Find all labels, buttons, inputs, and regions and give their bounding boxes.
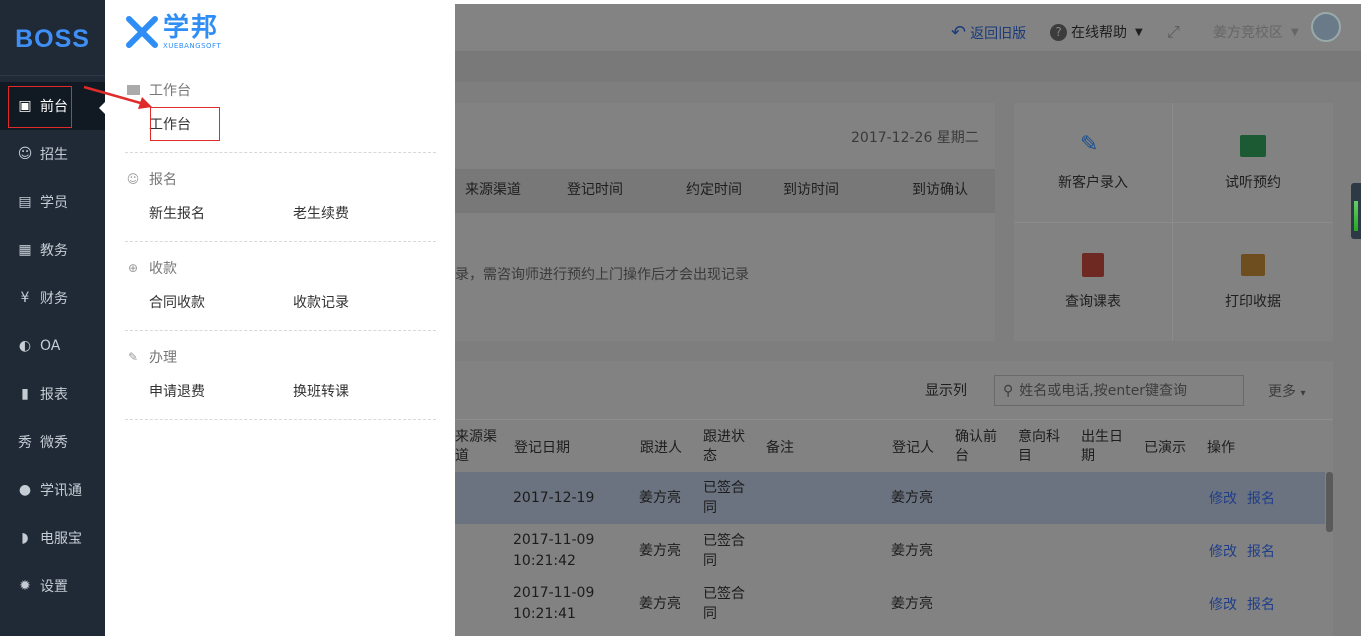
bar-chart-icon: ▮	[21, 386, 29, 402]
link-class-transfer[interactable]: 换班转课	[293, 381, 349, 401]
book-icon: ▦	[18, 242, 32, 258]
question-icon: ?	[1050, 23, 1067, 41]
col-actions: 操作	[1207, 440, 1235, 456]
fullscreen-icon[interactable]: ⤢	[1167, 22, 1180, 42]
section-divider	[125, 330, 436, 331]
user-add-icon: ☺	[126, 172, 140, 186]
link-refund-request[interactable]: 申请退费	[149, 381, 205, 401]
col-register-date: 登记日期	[514, 440, 570, 456]
sidebar-item-finance[interactable]: ¥ 财务	[0, 274, 105, 322]
table-row[interactable]: 2017-11-09 10:21:41 姜方亮 已签合同 姜方亮 修改 报名	[455, 578, 1325, 630]
table-row[interactable]: 2017-11-09 10:21:42 姜方亮 已签合同 姜方亮 修改 报名	[455, 525, 1325, 577]
section-divider	[125, 152, 436, 153]
annotation-box-workbench	[150, 107, 220, 141]
breadcrumb-bar	[455, 52, 1361, 82]
top-header: ↶ 返回旧版 ? 在线帮助 ▼ ⤢ 姜方竞校区 ▼	[455, 4, 1361, 52]
query-schedule-button[interactable]: 查询课表	[1014, 223, 1172, 341]
enroll-link[interactable]: 报名	[1247, 541, 1275, 561]
sidebar-item-settings[interactable]: ✹ 设置	[0, 562, 105, 610]
col-source-channel: 来源渠道	[465, 182, 521, 198]
col-follower: 跟进人	[640, 440, 682, 456]
chevron-down-icon: ▼	[1135, 26, 1143, 38]
link-payment-records[interactable]: 收款记录	[293, 292, 349, 312]
col-remark: 备注	[766, 440, 794, 456]
empty-hint: 录，需咨询师进行预约上门操作后才会出现记录	[455, 267, 749, 283]
online-help-menu[interactable]: ? 在线帮助 ▼	[1050, 22, 1143, 42]
annotation-arrow	[83, 85, 152, 109]
col-demo: 已演示	[1144, 440, 1186, 456]
show-columns-button[interactable]: 显示列	[925, 381, 967, 401]
id-card-icon: ▤	[18, 194, 32, 210]
edit-link[interactable]: 修改	[1209, 594, 1237, 614]
search-field: ⚲	[994, 375, 1244, 406]
print-receipt-button[interactable]: 打印收据	[1173, 223, 1333, 341]
sidebar-item-students[interactable]: ▤ 学员	[0, 178, 105, 226]
col-registrar: 登记人	[892, 440, 934, 456]
search-icon: ⚲	[1003, 382, 1014, 399]
col-appoint-time: 约定时间	[686, 182, 742, 198]
edit-link[interactable]: 修改	[1209, 541, 1237, 561]
sidebar-item-weixiu[interactable]: 秀 微秀	[0, 418, 105, 466]
col-visit-confirm: 到访确认	[912, 182, 968, 198]
col-intent-subject: 意向科目	[1018, 429, 1060, 464]
link-new-enrollment[interactable]: 新生报名	[149, 203, 205, 223]
boss-logo: BOSS	[0, 4, 105, 76]
section-divider	[125, 419, 436, 420]
printer-icon	[1241, 254, 1265, 276]
xiu-icon: 秀	[18, 435, 32, 451]
chat-icon: ◐	[18, 338, 32, 354]
schedule-icon	[1082, 253, 1104, 277]
pencil-icon: ✎	[127, 350, 139, 364]
side-widget[interactable]	[1351, 183, 1361, 239]
back-old-version-link[interactable]: ↶ 返回旧版	[951, 22, 1026, 43]
table-row[interactable]: 2017-12-19 姜方亮 已签合同 姜方亮 修改 报名	[455, 472, 1325, 524]
link-renewal[interactable]: 老生续费	[293, 203, 349, 223]
annotation-box-frontdesk	[8, 86, 72, 128]
col-visit-time: 到访时间	[783, 182, 839, 198]
xuebang-logo: 学邦 XUEBANGSOFT	[125, 14, 221, 50]
location-pin-icon: ●	[18, 482, 32, 498]
search-input[interactable]	[1019, 382, 1230, 399]
col-follow-status: 跟进状态	[703, 429, 745, 464]
col-source: 来源渠道	[455, 429, 497, 464]
avatar[interactable]	[1311, 12, 1341, 42]
undo-icon: ↶	[951, 22, 967, 43]
enroll-link[interactable]: 报名	[1247, 594, 1275, 614]
sidebar-item-reports[interactable]: ▮ 报表	[0, 370, 105, 418]
sidebar-item-xuexuntong[interactable]: ● 学讯通	[0, 466, 105, 514]
money-icon: ⊕	[127, 261, 139, 275]
edit-icon: ✎	[1080, 132, 1099, 157]
sidebar-item-enrollment[interactable]: ☺ 招生	[0, 130, 105, 178]
sidebar-item-academic[interactable]: ▦ 教务	[0, 226, 105, 274]
user-add-icon: ☺	[17, 146, 33, 162]
campus-selector[interactable]: 姜方竞校区 ▼	[1213, 22, 1299, 42]
yen-icon: ¥	[20, 290, 30, 306]
col-birth-date: 出生日期	[1081, 429, 1123, 464]
col-register-time: 登记时间	[567, 182, 623, 198]
section-divider	[125, 241, 436, 242]
book-icon	[1240, 135, 1266, 157]
xuebang-x-icon	[126, 16, 158, 48]
section-title-process: ✎ 办理	[125, 347, 177, 367]
section-title-payment: ⊕ 收款	[125, 258, 177, 278]
link-contract-payment[interactable]: 合同收款	[149, 292, 205, 312]
more-dropdown[interactable]: 更多 ▾	[1268, 382, 1305, 404]
chevron-down-icon: ▾	[1300, 388, 1306, 399]
phone-icon: ◗	[21, 530, 29, 546]
sidebar-item-oa[interactable]: ◐ OA	[0, 322, 105, 370]
gear-icon: ✹	[19, 578, 31, 594]
chevron-down-icon: ▼	[1291, 26, 1299, 38]
section-title-enroll: ☺ 报名	[126, 172, 177, 188]
trial-booking-button[interactable]: 试听预约	[1173, 103, 1333, 222]
sidebar-item-dianfubao[interactable]: ◗ 电服宝	[0, 514, 105, 562]
current-date: 2017-12-26 星期二	[851, 130, 979, 146]
edit-link[interactable]: 修改	[1209, 488, 1237, 508]
col-confirm-desk: 确认前台	[955, 429, 997, 464]
scrollbar[interactable]	[1326, 472, 1333, 532]
new-customer-button[interactable]: ✎ 新客户录入	[1014, 103, 1172, 222]
enroll-link[interactable]: 报名	[1247, 488, 1275, 508]
